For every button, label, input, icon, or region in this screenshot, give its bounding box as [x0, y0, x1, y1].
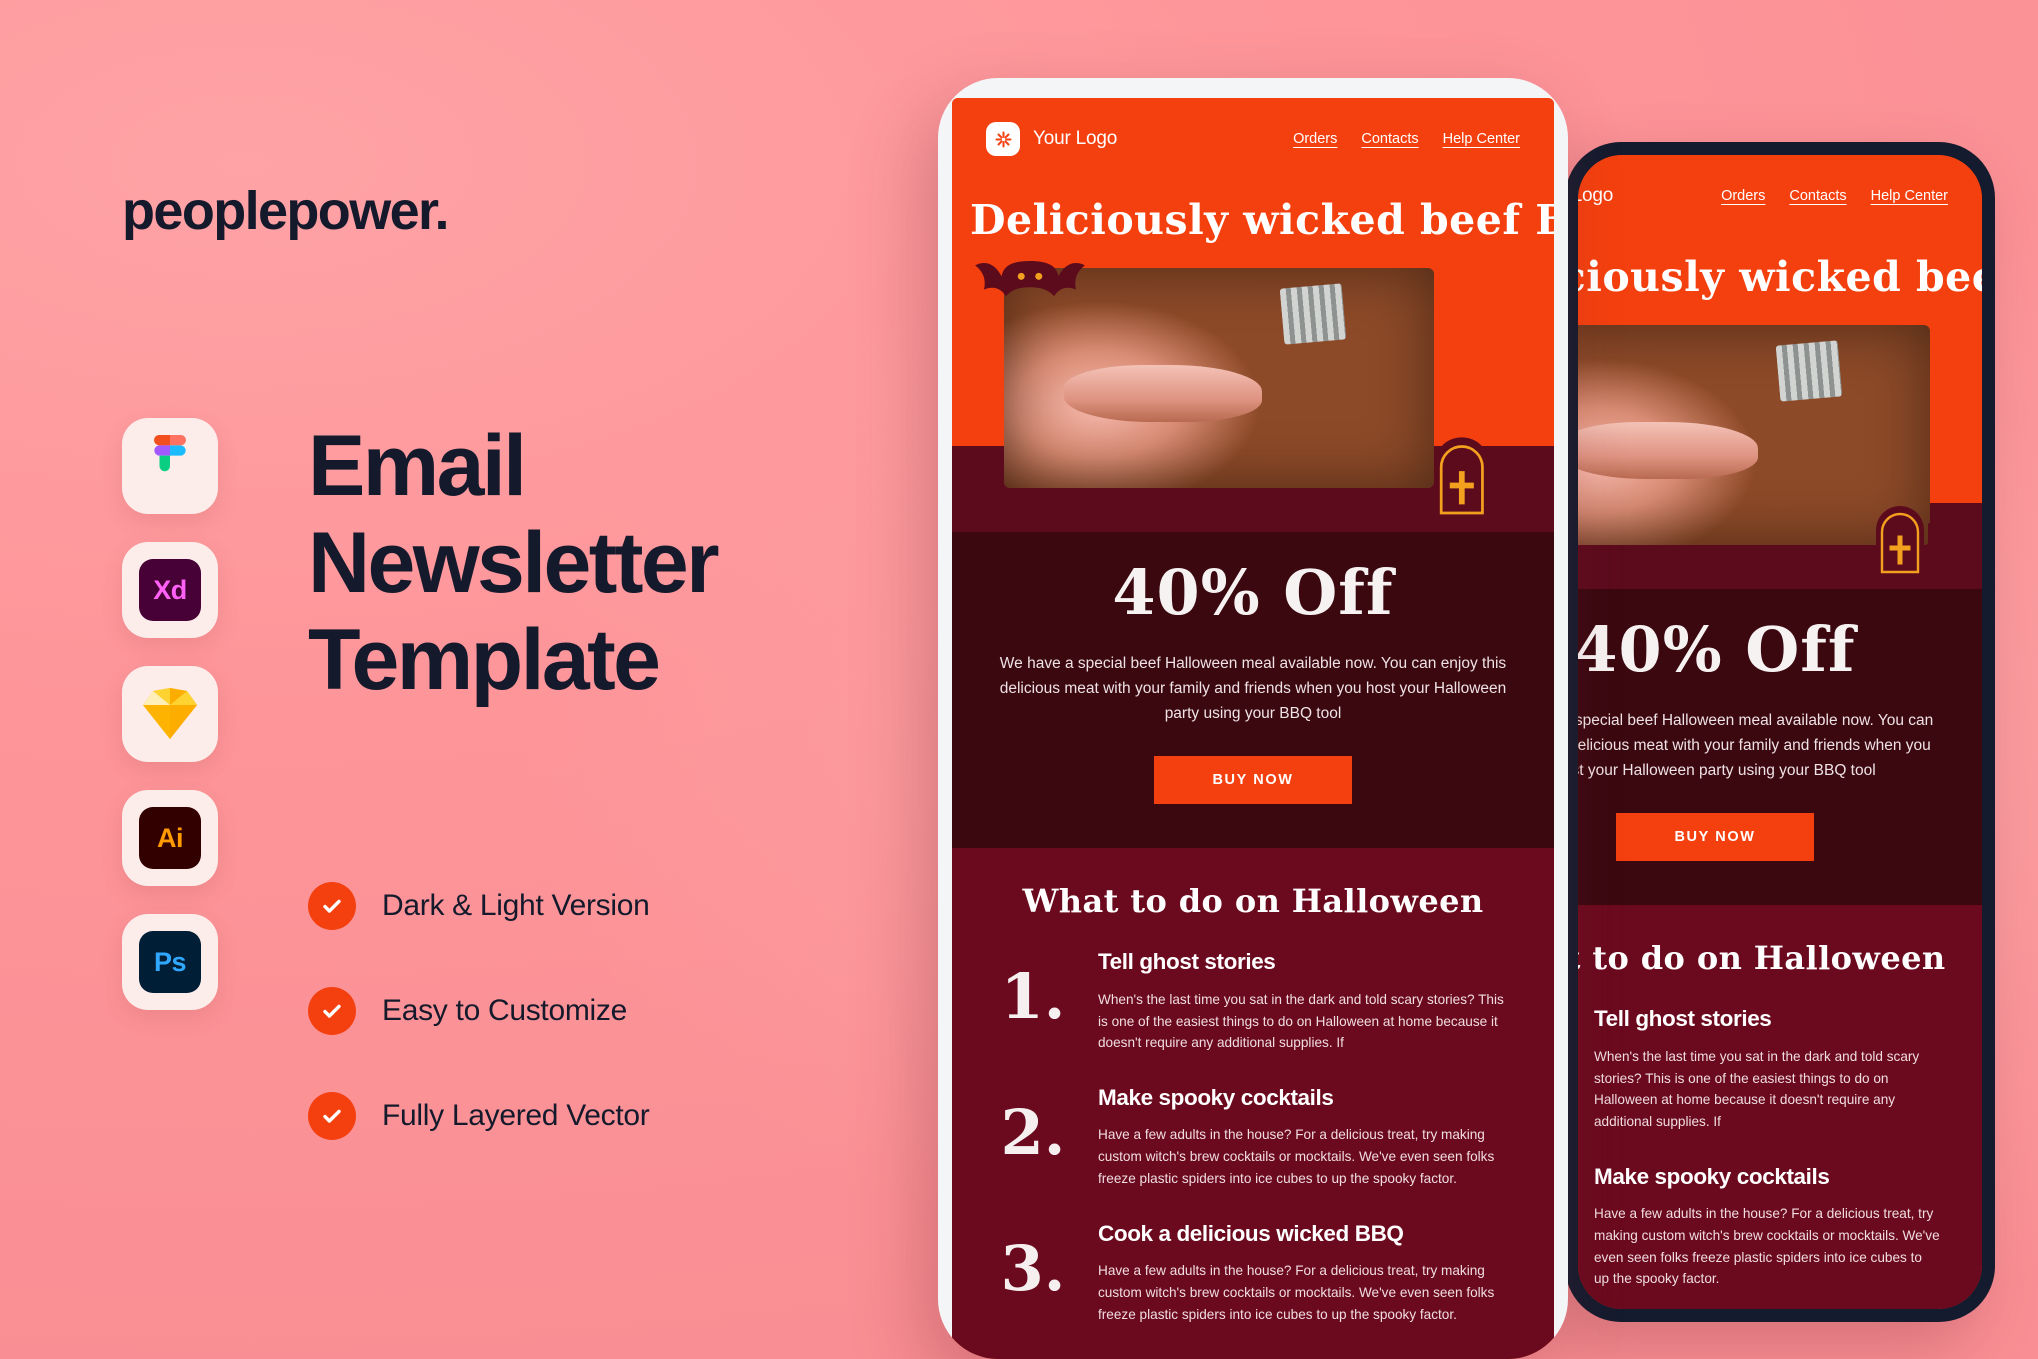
- brand-wordmark: peoplepower.: [122, 181, 449, 241]
- email-topbar: Your Logo Orders Contacts Help Center: [952, 98, 1554, 156]
- logo-starburst-icon: [986, 122, 1020, 156]
- feature-item: Dark & Light Version: [308, 882, 650, 930]
- howto-paragraph: Have a few adults in the house? For a de…: [1098, 1263, 1495, 1322]
- howto-item: 2. Make spooky cocktails Have a few adul…: [994, 1084, 1512, 1190]
- page-title-line-3: Template: [308, 612, 661, 709]
- adobe-illustrator-icon: Ai: [139, 807, 201, 869]
- fork-icon-back: [1775, 340, 1843, 402]
- email-nav-back: Orders Contacts Help Center: [1721, 188, 1948, 204]
- howto-heading-back: Make spooky cocktails: [1594, 1163, 1830, 1189]
- nav-link-help-center-back[interactable]: Help Center: [1871, 188, 1948, 204]
- feature-label: Easy to Customize: [382, 994, 627, 1027]
- check-icon: [308, 882, 356, 930]
- app-tile-adobe-xd[interactable]: Xd: [122, 542, 218, 638]
- email-preview-front: Your Logo Orders Contacts Help Center De…: [952, 98, 1554, 1359]
- howto-title-back: What to do on Halloween: [1578, 939, 1946, 978]
- howto-heading: Make spooky cocktails: [1098, 1085, 1334, 1111]
- offer-block-back: 40% Off We have a special beef Halloween…: [1578, 587, 1982, 906]
- hero-title: Deliciously wicked beef BBQ: [970, 196, 1554, 244]
- howto-paragraph: When's the last time you sat in the dark…: [1098, 991, 1504, 1051]
- howto-list-back: 1. Tell ghost stories When's the last ti…: [1578, 1005, 1982, 1309]
- app-tile-sketch[interactable]: [122, 666, 218, 762]
- howto-number: 2.: [1000, 1096, 1066, 1170]
- howto-title: What to do on Halloween: [1022, 882, 1484, 921]
- nav-link-contacts[interactable]: Contacts: [1361, 131, 1418, 147]
- howto-item-back: 2. Make spooky cocktails Have a few adul…: [1578, 1163, 1940, 1290]
- email-nav: Orders Contacts Help Center: [1293, 131, 1520, 147]
- howto-heading: Tell ghost stories: [1098, 949, 1276, 975]
- offer-block: 40% Off We have a special beef Halloween…: [952, 530, 1554, 849]
- phone-mockup-front: Your Logo Orders Contacts Help Center De…: [938, 78, 1568, 1359]
- feature-label: Fully Layered Vector: [382, 1099, 650, 1132]
- offer-copy: We have a special beef Halloween meal av…: [999, 655, 1507, 723]
- howto-paragraph-back: Have a few adults in the house? For a de…: [1594, 1206, 1940, 1287]
- email-hero-back: Your Logo Orders Contacts Help Center De…: [1578, 155, 1982, 589]
- tombstone-icon: [1426, 419, 1532, 534]
- nav-link-orders-back[interactable]: Orders: [1721, 188, 1765, 204]
- adobe-photoshop-icon: Ps: [139, 931, 201, 993]
- fork-icon: [1279, 283, 1347, 345]
- check-icon: [308, 987, 356, 1035]
- howto-item: 3. Cook a delicious wicked BBQ Have a fe…: [994, 1220, 1512, 1326]
- howto-list: 1. Tell ghost stories When's the last ti…: [952, 948, 1554, 1325]
- howto-number: 1.: [1000, 960, 1066, 1034]
- howto-item-back: 1. Tell ghost stories When's the last ti…: [1578, 1005, 1940, 1132]
- feature-list: Dark & Light Version Easy to Customize F…: [308, 882, 650, 1140]
- page-title: Email Newsletter Template: [308, 418, 720, 710]
- logo-group[interactable]: Your Logo: [986, 122, 1117, 156]
- page-title-line-1: Email: [308, 418, 527, 514]
- feature-item: Easy to Customize: [308, 987, 649, 1035]
- buy-now-button-back[interactable]: BUY NOW: [1616, 813, 1814, 862]
- app-icon-rail: Xd Ai Ps: [122, 418, 218, 1010]
- howto-paragraph-back: When's the last time you sat in the dark…: [1594, 1048, 1920, 1130]
- howto-item: 1. Tell ghost stories When's the last ti…: [994, 948, 1512, 1054]
- logo-text-back: Your Logo: [1578, 185, 1614, 206]
- app-tile-figma[interactable]: [122, 418, 218, 514]
- nav-link-contacts-back[interactable]: Contacts: [1789, 188, 1846, 204]
- bat-icon: [972, 250, 1088, 323]
- adobe-xd-icon: Xd: [139, 559, 201, 621]
- figma-icon: [154, 435, 186, 472]
- promo-column: peoplepower. Xd Ai Ps Email Newsletter T…: [0, 0, 920, 1359]
- howto-block: What to do on Halloween 1. Tell ghost st…: [952, 848, 1554, 1359]
- email-preview-back: Your Logo Orders Contacts Help Center De…: [1578, 155, 1982, 1309]
- feature-item: Fully Layered Vector: [308, 1092, 650, 1140]
- howto-heading-back: Tell ghost stories: [1594, 1006, 1772, 1032]
- email-hero: Your Logo Orders Contacts Help Center De…: [952, 98, 1554, 532]
- check-icon: [308, 1092, 356, 1140]
- offer-copy-back: We have a special beef Halloween meal av…: [1578, 712, 1934, 780]
- nav-link-orders[interactable]: Orders: [1293, 131, 1337, 147]
- email-topbar-back: Your Logo Orders Contacts Help Center: [1578, 155, 1982, 213]
- logo-group-back: Your Logo: [1578, 179, 1613, 213]
- logo-text: Your Logo: [1033, 128, 1118, 149]
- howto-block-back: What to do on Halloween 1. Tell ghost st…: [1578, 905, 1982, 1309]
- hero-artwork: [952, 258, 1554, 532]
- howto-paragraph: Have a few adults in the house? For a de…: [1098, 1127, 1495, 1186]
- page-title-line-2: Newsletter: [308, 515, 720, 612]
- howto-heading: Cook a delicious wicked BBQ: [1098, 1220, 1404, 1246]
- tombstone-icon-back: [1870, 490, 1960, 591]
- app-tile-adobe-photoshop[interactable]: Ps: [122, 914, 218, 1010]
- buy-now-button[interactable]: BUY NOW: [1154, 756, 1352, 805]
- hero-title-back: Deliciously wicked beef BBQ: [1578, 253, 1982, 301]
- feature-label: Dark & Light Version: [382, 889, 650, 922]
- phone-mockup-back: Your Logo Orders Contacts Help Center De…: [1565, 142, 1995, 1322]
- nav-link-help-center[interactable]: Help Center: [1443, 131, 1520, 147]
- hero-artwork-back: [1578, 315, 1982, 589]
- app-tile-adobe-illustrator[interactable]: Ai: [122, 790, 218, 886]
- sketch-icon: [143, 688, 197, 739]
- offer-heading: 40% Off: [1112, 556, 1394, 629]
- offer-heading-back: 40% Off: [1578, 613, 1856, 686]
- howto-number: 3.: [1000, 1231, 1066, 1305]
